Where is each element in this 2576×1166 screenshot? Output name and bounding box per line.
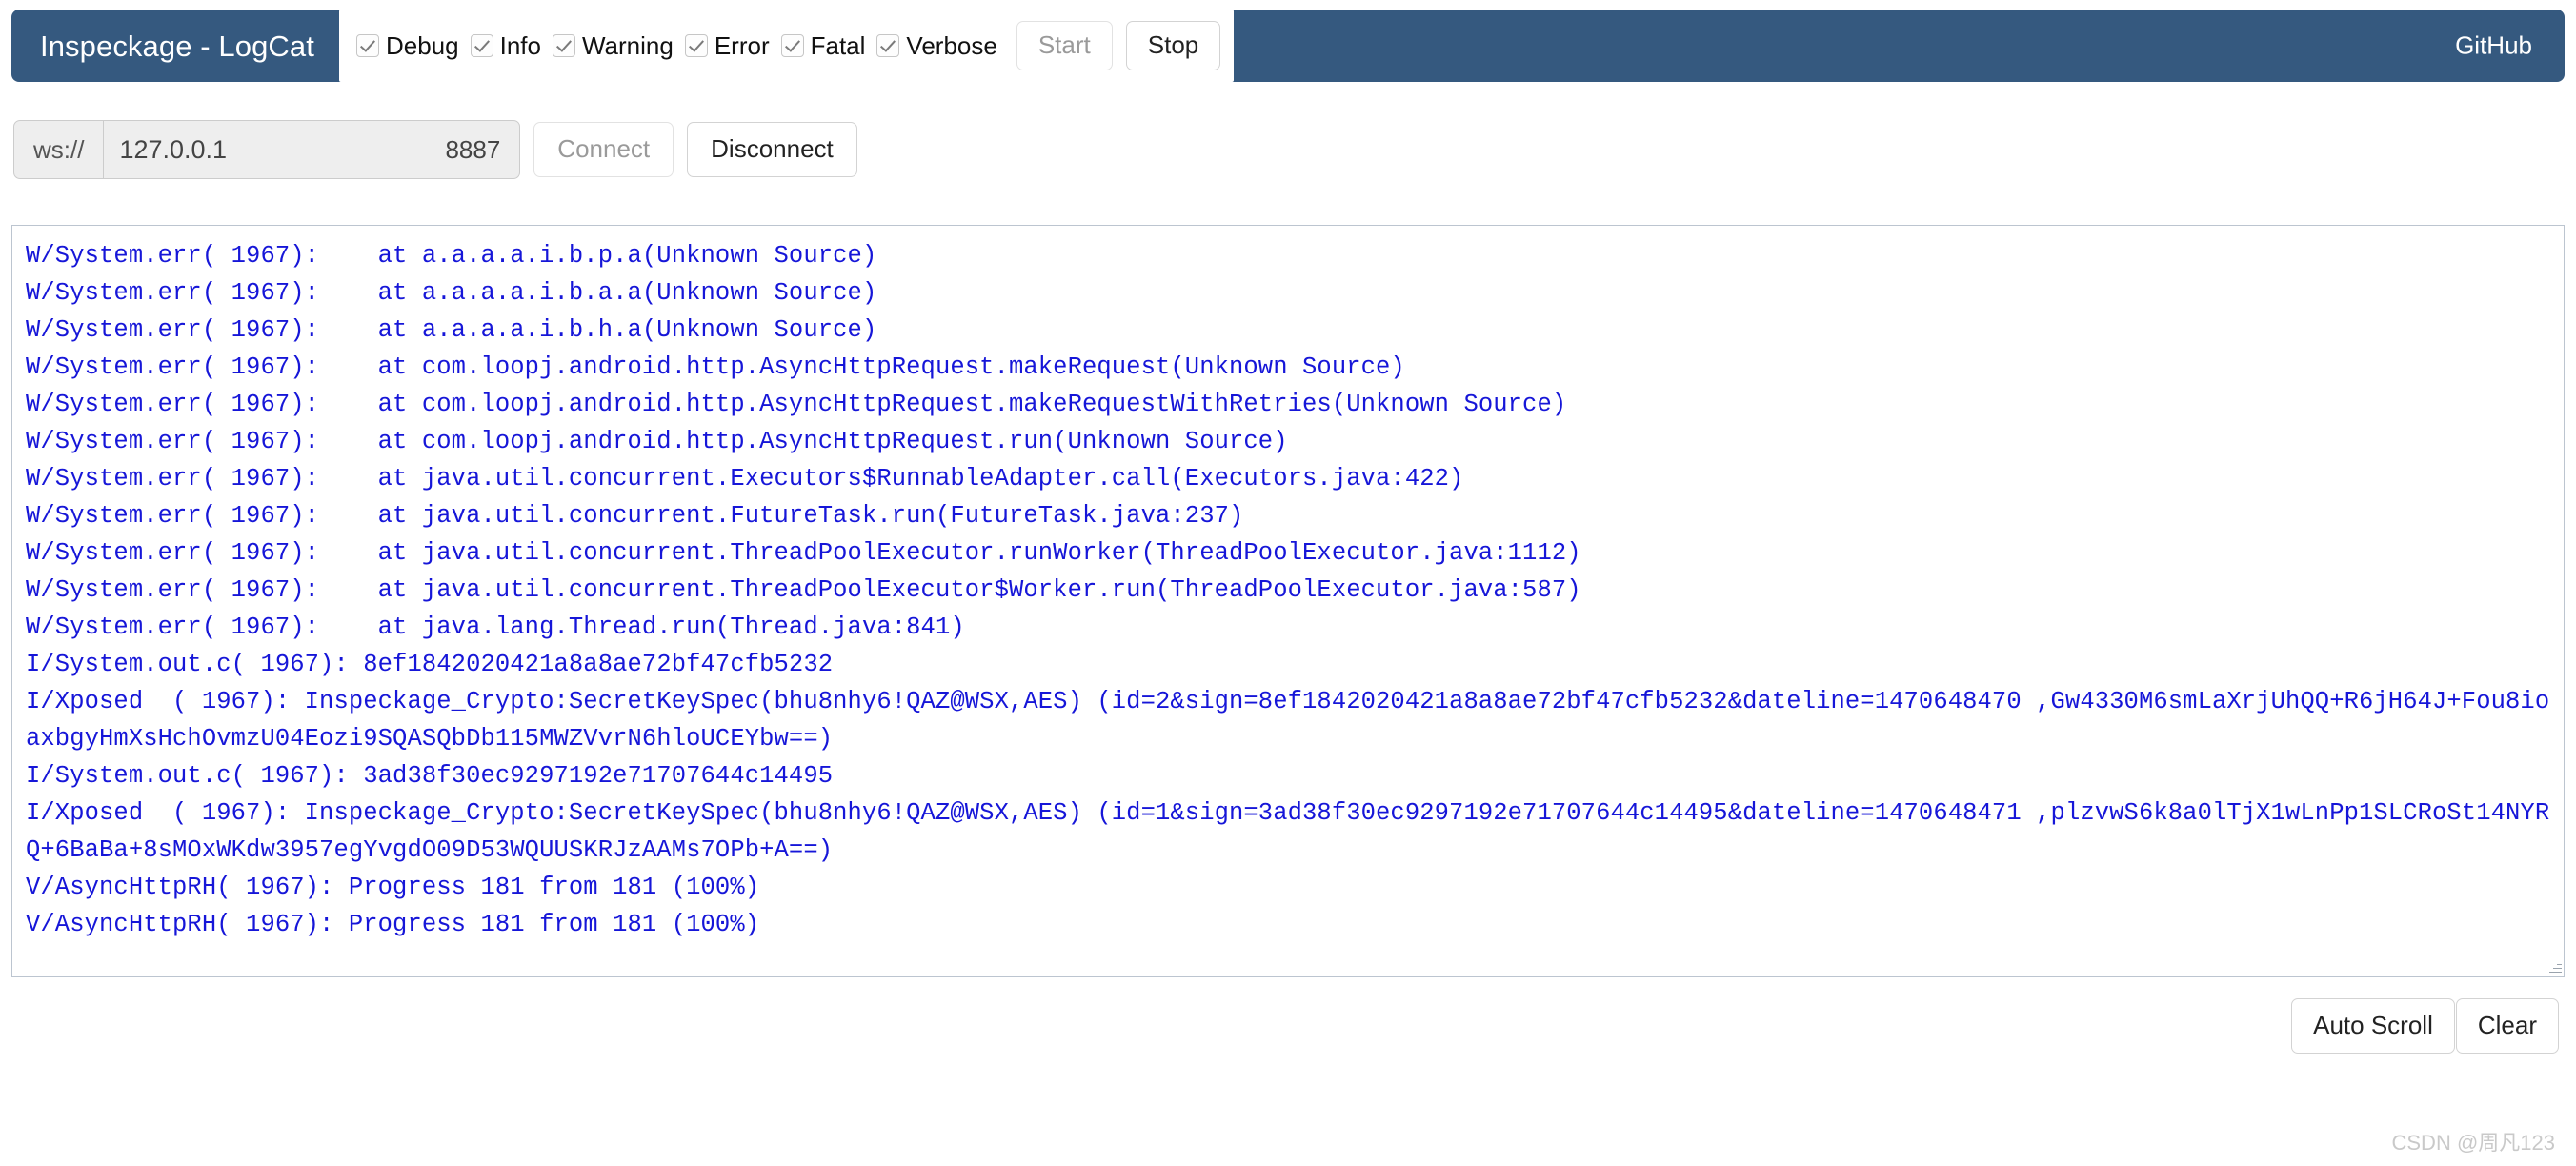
port-addon: 8887 — [426, 120, 521, 179]
log-line: W/System.err( 1967): at a.a.a.a.i.b.p.a(… — [26, 242, 877, 270]
log-line: V/AsyncHttpRH( 1967): Progress 181 from … — [26, 874, 760, 901]
checkbox-checked-icon[interactable] — [355, 34, 379, 57]
log-line: I/System.out.c( 1967): 8ef1842020421a8a8… — [26, 651, 834, 678]
filter-label-fatal: Fatal — [810, 30, 866, 60]
log-output-panel[interactable]: W/System.err( 1967): at a.a.a.a.i.b.p.a(… — [11, 225, 2565, 977]
filter-checkbox-info[interactable]: Info — [470, 30, 541, 61]
connection-bar: ws:// 8887 Connect Disconnect — [13, 120, 2576, 179]
checkbox-checked-icon[interactable] — [780, 34, 804, 57]
log-level-checkbox-group: Debug Info Warning Error Fatal Verbose — [355, 30, 1003, 61]
log-line: W/System.err( 1967): at a.a.a.a.i.b.h.a(… — [26, 316, 877, 344]
clear-button[interactable]: Clear — [2455, 998, 2559, 1054]
stop-button[interactable]: Stop — [1125, 21, 1221, 70]
filter-label-info: Info — [499, 30, 541, 60]
log-line: W/System.err( 1967): at com.loopj.androi… — [26, 391, 1567, 418]
resize-handle-icon[interactable] — [2546, 959, 2562, 975]
log-output-scroll-area[interactable]: W/System.err( 1967): at a.a.a.a.i.b.p.a(… — [12, 226, 2564, 976]
start-button[interactable]: Start — [1016, 21, 1113, 70]
github-link[interactable]: GitHub — [2455, 31, 2532, 61]
checkbox-checked-icon[interactable] — [876, 34, 900, 57]
auto-scroll-button[interactable]: Auto Scroll — [2291, 998, 2455, 1054]
filter-label-verbose: Verbose — [906, 30, 997, 60]
log-line: I/Xposed ( 1967): Inspeckage_Crypto:Secr… — [26, 688, 2550, 753]
log-line: W/System.err( 1967): at java.util.concur… — [26, 576, 1581, 604]
filter-label-debug: Debug — [385, 30, 459, 60]
log-line: W/System.err( 1967): at java.lang.Thread… — [26, 613, 965, 641]
log-line: W/System.err( 1967): at a.a.a.a.i.b.a.a(… — [26, 279, 877, 307]
filter-checkbox-warning[interactable]: Warning — [552, 30, 674, 61]
log-line: I/System.out.c( 1967): 3ad38f30ec9297192… — [26, 762, 834, 790]
log-line: W/System.err( 1967): at com.loopj.androi… — [26, 353, 1405, 381]
filter-checkbox-error[interactable]: Error — [684, 30, 770, 61]
log-line: W/System.err( 1967): at java.util.concur… — [26, 502, 1244, 530]
filter-label-error: Error — [714, 30, 770, 60]
checkbox-checked-icon[interactable] — [684, 34, 708, 57]
log-level-filter-panel: Debug Info Warning Error Fatal Verbose S… — [338, 10, 1235, 82]
log-actions-toolbar: Auto Scroll Clear — [0, 998, 2559, 1054]
checkbox-checked-icon[interactable] — [552, 34, 575, 57]
connect-button[interactable]: Connect — [533, 122, 674, 177]
filter-checkbox-verbose[interactable]: Verbose — [876, 30, 997, 61]
log-line: I/Xposed ( 1967): Inspeckage_Crypto:Secr… — [26, 799, 2550, 864]
filter-label-warning: Warning — [581, 30, 674, 60]
top-navbar: Inspeckage - LogCat Debug Info Warning E… — [11, 10, 2565, 82]
filter-checkbox-fatal[interactable]: Fatal — [780, 30, 866, 61]
websocket-address-group: ws:// 8887 — [13, 120, 521, 179]
log-line: W/System.err( 1967): at java.util.concur… — [26, 539, 1581, 567]
log-line: W/System.err( 1967): at com.loopj.androi… — [26, 428, 1288, 455]
checkbox-checked-icon[interactable] — [470, 34, 493, 57]
app-title: Inspeckage - LogCat — [40, 29, 314, 63]
scheme-addon: ws:// — [13, 120, 105, 179]
host-input[interactable] — [104, 120, 427, 179]
disconnect-button[interactable]: Disconnect — [687, 122, 857, 177]
log-line: V/AsyncHttpRH( 1967): Progress 181 from … — [26, 911, 760, 938]
filter-checkbox-debug[interactable]: Debug — [355, 30, 459, 61]
log-line: W/System.err( 1967): at java.util.concur… — [26, 465, 1464, 493]
watermark: CSDN @周凡123 — [2391, 1131, 2556, 1155]
